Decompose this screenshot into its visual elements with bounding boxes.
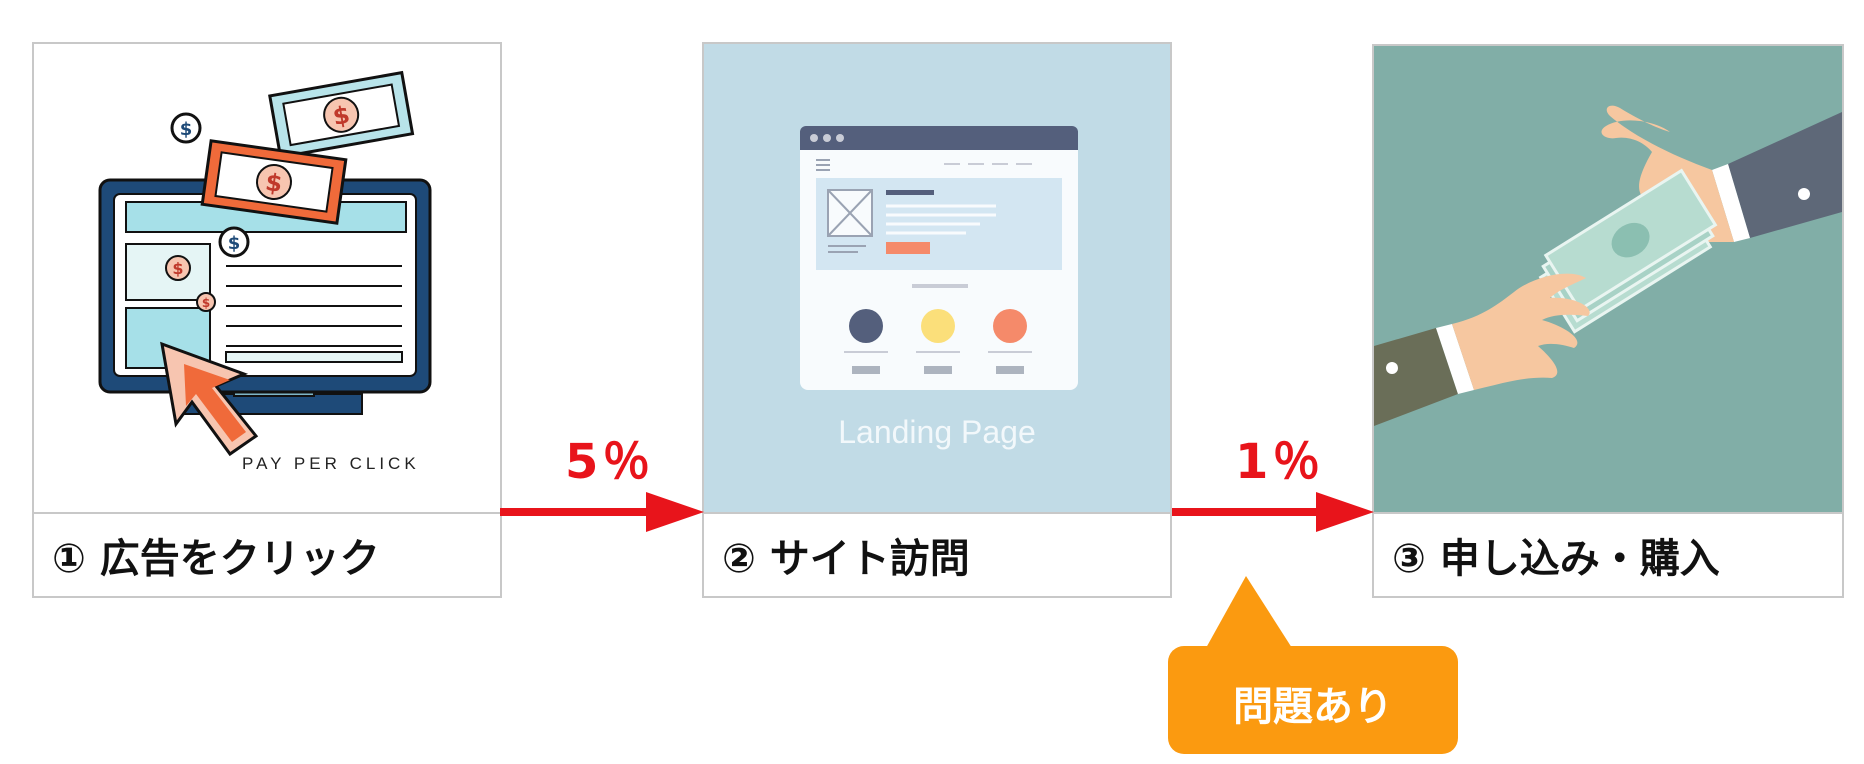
landing-page-caption: Landing Page: [838, 414, 1036, 450]
conversion-rate-2: 1％: [1235, 434, 1325, 490]
hands-money-icon: [1374, 105, 1842, 426]
ppc-monitor-icon: $ $ $ $ $ $: [98, 70, 432, 457]
conversion-rate-1: 5％: [565, 434, 655, 490]
pay-per-click-illustration: $ $ $ $ $ $ PAY PER CLICK: [34, 44, 500, 512]
landing-page-illustration: Landing Page: [704, 44, 1170, 512]
problem-callout-text: 問題あり: [1233, 684, 1393, 730]
ppc-caption: PAY PER CLICK: [242, 454, 420, 473]
conversion-arrow-1: [500, 492, 704, 532]
step-label-1: ① 広告をクリック: [34, 512, 500, 596]
svg-text:$: $: [228, 233, 241, 254]
step-card-1: $ $ $ $ $ $ PAY PER CLICK ① 広告をクリック: [32, 42, 502, 598]
svg-text:$: $: [202, 296, 210, 310]
step-card-3: ③ 申し込み・購入: [1372, 44, 1844, 598]
conversion-arrow-2: [1172, 492, 1374, 532]
svg-text:$: $: [180, 119, 193, 140]
svg-text:$: $: [172, 259, 183, 278]
step-label-2: ② サイト訪問: [704, 512, 1170, 596]
step-card-2: Landing Page ② サイト訪問: [702, 42, 1172, 598]
purchase-illustration: [1374, 46, 1842, 512]
